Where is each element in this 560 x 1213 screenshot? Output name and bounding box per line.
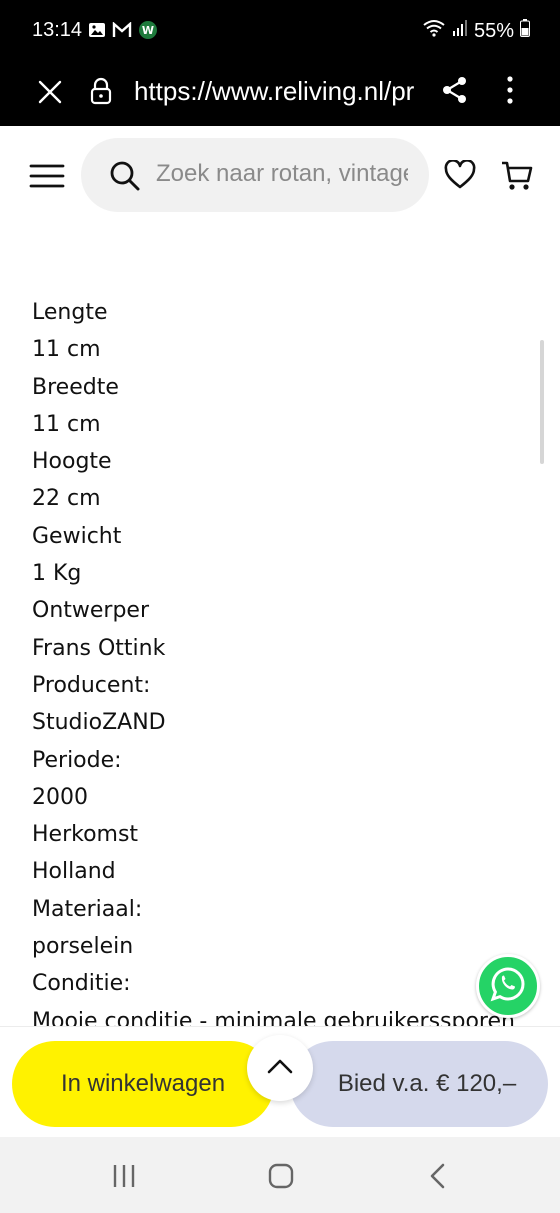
spec-line: Producent: [32,672,151,698]
search-input[interactable]: Zoek naar rotan, vintage [156,160,408,188]
page-scrollbar[interactable] [540,340,544,464]
spec-line: 11 cm [32,411,101,437]
url-text[interactable]: https://www.reliving.nl/pr [134,76,418,107]
spec-line: Frans Ottink [32,635,166,661]
spec-line: Ontwerper [32,598,150,624]
battery-text: 55% [473,19,514,42]
notification-icons: W [88,20,158,45]
battery-icon [520,19,530,43]
spec-line: Herkomst [32,822,139,848]
bid-button[interactable]: Bied v.a. € 120,– [290,1041,548,1127]
spec-line: Mooie conditie - minimale gebruikersspor… [32,1008,515,1026]
svg-text:W: W [142,24,154,37]
spec-line: 11 cm [32,337,101,363]
status-right: 55% [422,18,530,44]
chevron-up-icon [267,1058,293,1079]
spec-line: StudioZAND [32,710,166,736]
spec-line: Gewicht [32,523,122,549]
menu-icon[interactable] [28,160,66,192]
whatsapp-icon [488,964,528,1009]
spec-line: Lengte [32,300,108,325]
gallery-icon [88,22,106,43]
spec-line: 22 cm [32,486,101,512]
gmail-icon [112,21,132,43]
status-bar: 13:14 W 55% [0,0,560,62]
add-to-cart-button[interactable]: In winkelwagen [12,1041,274,1127]
spec-line: 1 Kg [32,561,82,587]
product-specs: Lengte 11 cm Breedte 11 cm Hoogte 22 cm … [32,294,532,1026]
spec-line: Holland [32,859,116,885]
more-vert-icon[interactable] [500,72,520,108]
close-icon[interactable] [34,76,66,108]
lock-icon[interactable] [88,74,114,108]
wifi-icon [422,18,446,44]
search-bar[interactable]: Zoek naar rotan, vintage [81,138,429,212]
spec-line: Hoogte [32,449,112,475]
recents-icon[interactable] [110,1161,138,1191]
scroll-to-top-button[interactable] [247,1035,313,1101]
spec-line: Materiaal: [32,896,143,922]
system-navigation-bar [0,1137,560,1213]
spec-line: porselein [32,934,134,960]
bottom-action-bar: In winkelwagen Bied v.a. € 120,– [0,1026,560,1138]
whatsapp-button[interactable] [476,954,540,1018]
app-w-icon: W [138,20,158,45]
spec-line: Conditie: [32,971,131,997]
home-icon[interactable] [266,1161,296,1191]
spec-line: Breedte [32,374,119,400]
spec-line: Periode: [32,747,122,773]
share-icon[interactable] [440,74,470,106]
search-icon[interactable] [107,158,143,194]
heart-icon[interactable] [442,158,478,192]
bid-label: Bied v.a. € 120,– [337,1070,517,1097]
spec-line: 2000 [32,784,88,810]
product-specs-viewport: Lengte 11 cm Breedte 11 cm Hoogte 22 cm … [0,226,560,1026]
signal-icon [452,19,468,43]
add-to-cart-label: In winkelwagen [60,1070,226,1097]
browser-toolbar: https://www.reliving.nl/pr [0,62,560,126]
site-header: Zoek naar rotan, vintage [0,126,560,226]
cart-icon[interactable] [498,158,536,194]
back-icon[interactable] [424,1161,452,1191]
status-time: 13:14 [32,19,83,41]
